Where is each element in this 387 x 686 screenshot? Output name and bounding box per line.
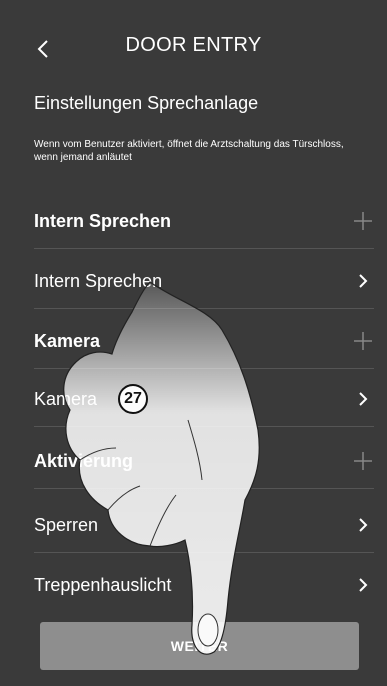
divider [34,248,374,249]
chevron-right-icon[interactable] [352,388,374,410]
section-description: Wenn vom Benutzer aktiviert, öffnet die … [34,139,344,163]
step-number-badge: 27 [118,384,148,414]
divider [34,552,374,553]
divider [34,368,374,369]
header: DOOR ENTRY [0,0,387,95]
door-entry-screen: DOOR ENTRY Einstellungen Sprechanlage We… [0,0,387,686]
weiter-button[interactable]: WEITER [40,622,359,670]
chevron-right-icon[interactable] [352,574,374,596]
divider [34,308,374,309]
aktivierung-header-row[interactable]: Aktivierung [34,438,374,484]
chevron-right-icon[interactable] [352,514,374,536]
kamera-header-row[interactable]: Kamera [34,318,374,364]
sperren-row[interactable]: Sperren [34,502,374,548]
row-label: Kamera [34,388,98,409]
divider [34,426,374,427]
row-label: Aktivierung [34,450,134,471]
treppenhauslicht-row[interactable]: Treppenhauslicht [34,562,374,608]
row-label: Treppenhauslicht [34,574,172,595]
row-label: Kamera [34,330,101,351]
row-label: Sperren [34,514,99,535]
section-title: Einstellungen Sprechanlage [34,93,259,113]
plus-icon[interactable] [352,210,374,232]
row-label: Intern Sprechen [34,210,172,231]
plus-icon[interactable] [352,330,374,352]
page-title: DOOR ENTRY [125,34,262,56]
plus-icon[interactable] [352,450,374,472]
intern-sprechen-header-row[interactable]: Intern Sprechen [34,198,374,244]
intern-sprechen-row[interactable]: Intern Sprechen [34,258,374,304]
chevron-right-icon[interactable] [352,270,374,292]
row-label: Intern Sprechen [34,270,163,291]
kamera-row[interactable]: Kamera [34,376,374,422]
divider [34,488,374,489]
